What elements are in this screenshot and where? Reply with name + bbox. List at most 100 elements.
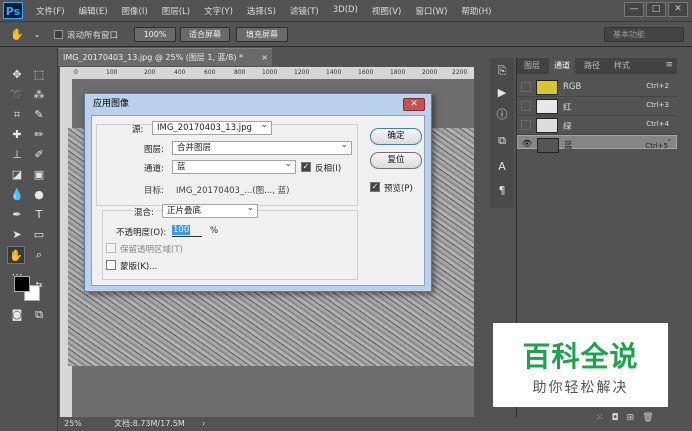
restore-button[interactable]: □ [646, 2, 666, 17]
clone-stamp-icon[interactable]: ⊥ [8, 146, 26, 164]
history-panel-icon[interactable]: ⎘ [493, 62, 511, 80]
pen-tool-icon[interactable]: ✒ [8, 206, 26, 224]
menu-layer[interactable]: 图层(L) [162, 5, 190, 17]
channel-row-rgb[interactable]: RGB Ctrl+2 [517, 78, 677, 97]
visibility-toggle[interactable] [521, 120, 531, 130]
minimize-button[interactable]: — [624, 2, 644, 17]
path-selection-icon[interactable]: ➤ [8, 226, 26, 244]
layer-select[interactable]: 合并图层 [172, 139, 352, 155]
properties-panel-icon[interactable]: ⧉ [493, 132, 511, 150]
menu-image[interactable]: 图像(I) [122, 5, 148, 17]
panel-menu-icon[interactable]: ≡ [665, 60, 673, 70]
zoom-100-button[interactable]: 100% [134, 27, 176, 42]
menu-select[interactable]: 选择(S) [247, 5, 276, 17]
tab-channels[interactable]: 通道 [549, 58, 575, 74]
menu-file[interactable]: 文件(F) [36, 5, 65, 17]
eyedropper-icon[interactable]: ✎ [30, 106, 48, 124]
reset-button[interactable]: 复位 [370, 152, 422, 169]
crop-tool-icon[interactable]: ⌗ [8, 106, 26, 124]
history-brush-icon[interactable]: ✐ [30, 146, 48, 164]
source-select[interactable]: IMG_20170403_13.jpg [152, 119, 272, 135]
tool-preset-dropdown-icon[interactable]: ⌄ [28, 26, 46, 44]
channel-row-green[interactable]: 绿 Ctrl+4 [517, 116, 677, 135]
tab-paths[interactable]: 路径 [579, 58, 605, 74]
hand-tool-active-icon[interactable]: ✋ [7, 246, 25, 264]
doc-info: 文档:8.73M/17.5M [114, 419, 185, 428]
status-menu-arrow-icon[interactable]: › [202, 417, 205, 431]
visibility-toggle[interactable] [521, 101, 531, 111]
ruler-tick: 400 [174, 69, 186, 76]
healing-brush-icon[interactable]: ✚ [8, 126, 26, 144]
channel-thumbnail [536, 80, 558, 95]
zoom-level[interactable]: 25% [64, 417, 82, 431]
dialog-close-button[interactable]: ✕ [403, 98, 425, 111]
delete-channel-icon[interactable]: 🗑 [642, 413, 653, 423]
menu-bar: Ps 文件(F) 编辑(E) 图像(I) 图层(L) 文字(Y) 选择(S) 滤… [0, 0, 692, 22]
menu-3d[interactable]: 3D(D) [333, 5, 358, 17]
menu-type[interactable]: 文字(Y) [204, 5, 233, 17]
lasso-tool-icon[interactable]: ➰ [8, 86, 26, 104]
channel-row-blue[interactable]: 👁 蓝 Ctrl+5 [517, 133, 677, 153]
blur-tool-icon[interactable]: 💧 [8, 186, 26, 204]
mask-label: 蒙版(K)... [120, 262, 158, 272]
app-logo[interactable]: Ps [3, 2, 23, 19]
screen-mode-icon[interactable]: ⧉ [30, 306, 48, 324]
info-panel-icon[interactable]: ⓘ [493, 106, 511, 124]
eye-icon[interactable]: 👁 [522, 140, 532, 150]
menu-filter[interactable]: 滤镜(T) [290, 5, 319, 17]
channel-name: 绿 [563, 122, 572, 132]
ruler-tick: 0 [74, 69, 78, 76]
visibility-toggle[interactable] [521, 82, 531, 92]
document-tab[interactable]: IMG_20170403_13.jpg @ 25% (图层 1, 蓝/8) * … [58, 48, 272, 66]
paragraph-panel-icon[interactable]: ¶ [493, 182, 511, 200]
type-tool-icon[interactable]: T [30, 206, 48, 224]
menu-view[interactable]: 视图(V) [372, 5, 401, 17]
blend-label: 混合: [132, 206, 156, 218]
dodge-tool-icon[interactable]: ● [30, 186, 48, 204]
foreground-color-swatch[interactable] [14, 276, 30, 292]
preview-checkbox[interactable]: ✓ [370, 182, 380, 192]
new-channel-icon[interactable]: ⊞ [627, 413, 635, 423]
character-panel-icon[interactable]: A [493, 158, 511, 176]
workspace-select[interactable]: 基本功能 [604, 27, 684, 42]
opacity-input[interactable]: 100 [172, 225, 202, 237]
source-label: 源: [132, 125, 144, 135]
fill-screen-button[interactable]: 填充屏幕 [236, 27, 288, 42]
invert-checkbox[interactable]: ✓ [301, 162, 311, 172]
gradient-tool-icon[interactable]: ▣ [30, 166, 48, 184]
menu-edit[interactable]: 编辑(E) [79, 5, 108, 17]
scroll-all-windows-label: 滚动所有窗口 [67, 31, 119, 41]
mask-checkbox[interactable] [106, 260, 116, 270]
channel-select[interactable]: 蓝 [172, 158, 296, 174]
tab-close-icon[interactable]: × [261, 49, 268, 67]
tab-styles[interactable]: 样式 [609, 58, 635, 74]
shape-tool-icon[interactable]: ▭ [30, 226, 48, 244]
opacity-value: 100 [172, 225, 191, 235]
quick-mask-icon[interactable]: ◙ [8, 306, 26, 324]
tab-layers[interactable]: 图层 [519, 58, 545, 74]
brush-tool-icon[interactable]: ✏ [30, 126, 48, 144]
close-button[interactable]: ✕ [668, 2, 688, 17]
fit-screen-button[interactable]: 适合屏幕 [180, 27, 230, 42]
actions-panel-icon[interactable]: ▶ [493, 84, 511, 102]
zoom-tool-icon[interactable]: ⌕ [30, 246, 48, 264]
watermark-subtitle: 助你轻松解决 [532, 380, 629, 396]
menu-help[interactable]: 帮助(H) [461, 5, 491, 17]
magic-wand-icon[interactable]: ⁂ [30, 86, 48, 104]
ruler-tick: 800 [234, 69, 246, 76]
blend-mode-select[interactable]: 正片叠底 [162, 202, 258, 218]
opacity-label: 不透明度(O): [116, 228, 167, 238]
move-tool-icon[interactable]: ✥ [8, 66, 26, 84]
save-selection-icon[interactable]: ◘ [612, 413, 619, 423]
channel-name: RGB [563, 82, 582, 92]
marquee-tool-icon[interactable]: ⬚ [30, 66, 48, 84]
channel-row-red[interactable]: 红 Ctrl+3 [517, 97, 677, 116]
channel-shortcut: Ctrl+5 [645, 142, 668, 150]
load-selection-icon[interactable]: ⁙ [596, 413, 604, 423]
scroll-all-windows-checkbox[interactable] [54, 30, 63, 39]
hand-tool-icon[interactable]: ✋ [8, 26, 26, 44]
menu-window[interactable]: 窗口(W) [415, 5, 447, 17]
ok-button[interactable]: 确定 [370, 128, 422, 145]
eraser-tool-icon[interactable]: ◪ [8, 166, 26, 184]
invert-label: 反相(I) [315, 164, 342, 174]
